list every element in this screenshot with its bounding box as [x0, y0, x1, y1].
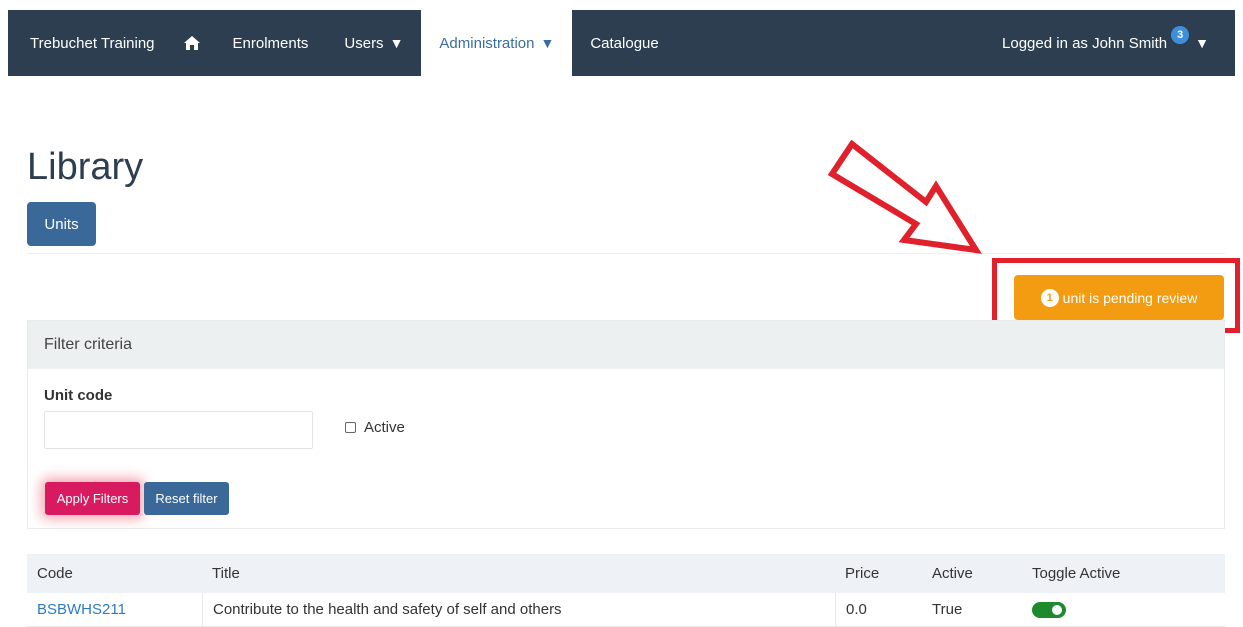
home-icon — [183, 36, 200, 50]
column-header-toggle-active: Toggle Active — [1032, 565, 1121, 582]
toggle-active-switch[interactable] — [1032, 601, 1066, 618]
chevron-down-icon: ▼ — [1195, 35, 1209, 51]
unit-code-label: Unit code — [44, 387, 113, 404]
nav-enrolments-label: Enrolments — [232, 34, 309, 52]
nav-users-label: Users — [344, 34, 384, 52]
filter-panel: Filter criteria Unit code Active Apply F… — [27, 320, 1225, 529]
nav-catalogue-label: Catalogue — [590, 34, 659, 52]
reset-filter-button[interactable]: Reset filter — [144, 482, 229, 515]
active-checkbox[interactable] — [345, 422, 356, 433]
nav-catalogue[interactable]: Catalogue — [572, 10, 676, 76]
table-header: Code Title Price Active Toggle Active — [27, 554, 1225, 593]
user-menu[interactable]: Logged in as John Smith 3 ▼ — [1002, 26, 1235, 52]
top-navbar: Trebuchet Training Enrolments Users ▼ Ad… — [8, 10, 1235, 76]
nav-users[interactable]: Users ▼ — [326, 10, 421, 76]
unit-code-link[interactable]: BSBWHS211 — [37, 601, 126, 618]
user-label: Logged in as John Smith — [1002, 34, 1168, 52]
column-header-code[interactable]: Code — [27, 554, 202, 593]
pending-count-badge: 1 — [1040, 288, 1059, 307]
nav-administration-label: Administration — [439, 34, 535, 52]
toggle-knob — [1052, 604, 1062, 615]
notification-badge: 3 — [1171, 26, 1190, 44]
page-title: Library — [27, 146, 144, 188]
nav-home[interactable] — [169, 10, 215, 76]
apply-filters-button[interactable]: Apply Filters — [45, 482, 140, 515]
chevron-down-icon: ▼ — [389, 35, 404, 51]
divider — [27, 253, 1225, 254]
active-checkbox-label: Active — [364, 419, 405, 436]
column-header-price[interactable]: Price — [835, 554, 922, 593]
unit-code-input[interactable] — [44, 411, 313, 449]
cell-title: Contribute to the health and safety of s… — [202, 593, 835, 626]
table-row: BSBWHS211 Contribute to the health and s… — [27, 593, 1225, 627]
column-header-active[interactable]: Active — [922, 554, 1022, 593]
brand-link[interactable]: Trebuchet Training — [8, 10, 169, 76]
annotation-arrow-icon — [828, 140, 982, 254]
nav-administration[interactable]: Administration ▼ — [421, 10, 573, 76]
chevron-down-icon: ▼ — [540, 35, 555, 51]
units-button[interactable]: Units — [27, 202, 96, 246]
column-header-title[interactable]: Title — [202, 554, 835, 593]
cell-price: 0.0 — [835, 593, 922, 626]
pending-review-button[interactable]: 1 unit is pending review — [1014, 275, 1224, 320]
cell-toggle — [1022, 593, 1225, 626]
cell-active: True — [932, 601, 963, 618]
active-checkbox-wrap[interactable]: Active — [345, 419, 405, 436]
cell-code: BSBWHS211 — [27, 593, 202, 626]
pending-review-label: unit is pending review — [1062, 289, 1198, 306]
nav-enrolments[interactable]: Enrolments — [215, 10, 327, 76]
filter-panel-header: Filter criteria — [28, 321, 1224, 369]
